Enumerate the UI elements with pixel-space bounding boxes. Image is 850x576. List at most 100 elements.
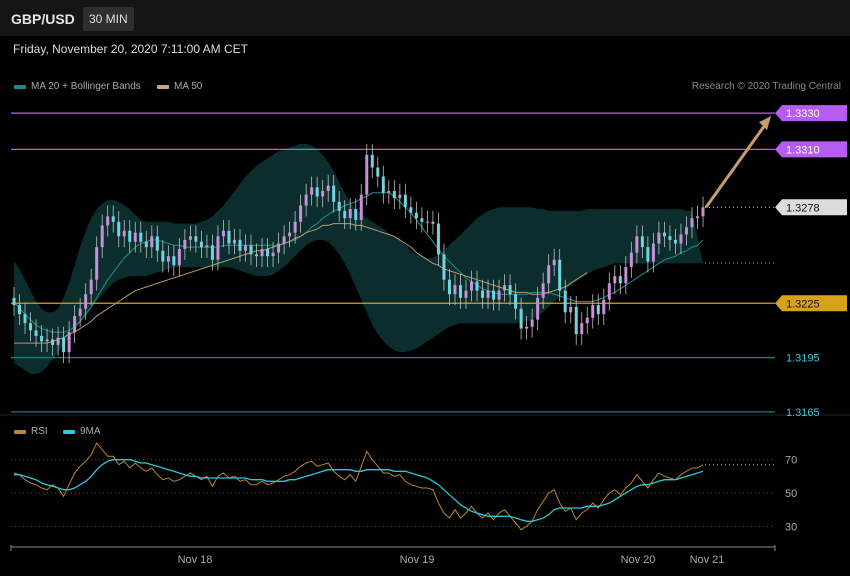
- candle-body: [536, 297, 540, 320]
- candle-body: [194, 236, 198, 242]
- candle-body: [574, 306, 578, 335]
- candle-body: [624, 267, 628, 284]
- candle-body: [106, 216, 110, 226]
- candle-body: [18, 305, 22, 315]
- x-tick-Nov-20: Nov 20: [621, 554, 656, 566]
- candle-body: [183, 239, 187, 249]
- level-label-1.3278: 1.3278: [786, 202, 820, 214]
- candle-body: [100, 225, 104, 248]
- price-chart-svg[interactable]: 1.3330 1.3310 1.3278 1.3225 1.3195 1.3165 30 50…: [0, 0, 850, 576]
- candle-body: [348, 209, 352, 219]
- candle-body: [238, 239, 242, 251]
- candle-body: [128, 230, 132, 242]
- candle-body: [67, 332, 71, 353]
- candle-body: [210, 245, 214, 260]
- candle-body: [563, 290, 567, 313]
- candle-body: [249, 245, 253, 255]
- candle-body: [613, 276, 617, 284]
- candle-body: [337, 201, 341, 211]
- candle-body: [464, 290, 468, 298]
- candle-body: [40, 335, 44, 342]
- rsi-tick-70: 70: [785, 455, 797, 467]
- candle-body: [679, 234, 683, 244]
- candle-body: [481, 290, 485, 298]
- candle-body: [144, 241, 148, 248]
- candle-body: [271, 252, 275, 257]
- candle-body: [514, 294, 518, 309]
- candle-body: [695, 216, 699, 219]
- candle-body: [221, 230, 225, 237]
- candle-body: [343, 210, 347, 219]
- candle-body: [370, 154, 374, 168]
- candle-body: [403, 194, 407, 208]
- candle-body: [651, 243, 655, 262]
- candle-body: [458, 285, 462, 298]
- candle-body: [89, 279, 93, 295]
- candle-body: [293, 221, 297, 233]
- candle-body: [541, 283, 545, 298]
- candle-body: [453, 285, 457, 295]
- candle-body: [646, 247, 650, 262]
- candle-body: [585, 317, 589, 324]
- candle-body: [84, 294, 88, 309]
- level-label-1.3165: 1.3165: [786, 407, 820, 419]
- candle-body: [635, 236, 639, 253]
- candle-body: [244, 245, 248, 251]
- rsi-9ma-line: [14, 459, 704, 522]
- candle-body: [62, 337, 66, 353]
- x-tick-Nov-21: Nov 21: [690, 554, 725, 566]
- x-tick-Nov-19: Nov 19: [400, 554, 435, 566]
- candle-body: [45, 339, 49, 342]
- candle-body: [591, 305, 595, 318]
- candle-body: [701, 207, 705, 217]
- candle-body: [310, 187, 314, 195]
- candle-body: [436, 223, 440, 255]
- candle-body: [359, 194, 363, 220]
- bollinger-band-area: [14, 143, 703, 374]
- candle-body: [23, 314, 27, 324]
- candle-body: [12, 297, 16, 306]
- candle-body: [552, 259, 556, 266]
- candle-body: [431, 221, 435, 224]
- candle-body: [282, 236, 286, 244]
- candle-body: [447, 279, 451, 295]
- candle-body: [547, 265, 551, 284]
- candle-body: [260, 248, 264, 257]
- candle-body: [442, 254, 446, 280]
- candle-body: [673, 239, 677, 244]
- candle-body: [78, 308, 82, 316]
- candle-body: [205, 245, 209, 248]
- candle-body: [277, 243, 281, 253]
- level-label-1.3195: 1.3195: [786, 353, 820, 365]
- candle-body: [657, 232, 661, 244]
- candle-body: [497, 290, 501, 300]
- candle-body: [684, 227, 688, 235]
- candle-body: [392, 191, 396, 199]
- candle-body: [530, 319, 534, 327]
- candle-body: [199, 241, 203, 248]
- rsi-line: [13, 442, 704, 531]
- level-label-1.3310: 1.3310: [786, 144, 820, 156]
- candle-body: [150, 236, 154, 248]
- rsi-tick-50: 50: [785, 488, 797, 500]
- candle-body: [227, 230, 231, 244]
- candle-body: [326, 185, 330, 192]
- candle-body: [155, 236, 159, 251]
- candle-body: [618, 276, 622, 284]
- candle-body: [508, 285, 512, 295]
- candle-body: [381, 176, 385, 193]
- candle-body: [376, 167, 380, 177]
- candle-body: [414, 212, 418, 219]
- candle-body: [34, 330, 38, 336]
- forecast-arrow-head: [759, 116, 771, 131]
- candle-body: [117, 221, 121, 237]
- candle-body: [95, 247, 99, 280]
- candle-body: [503, 285, 507, 291]
- candle-body: [409, 207, 413, 213]
- candle-body: [602, 299, 606, 315]
- candle-body: [139, 232, 143, 242]
- candle-body: [569, 306, 573, 313]
- candle-body: [266, 248, 270, 257]
- candle-body: [469, 281, 473, 291]
- candle-body: [172, 256, 176, 266]
